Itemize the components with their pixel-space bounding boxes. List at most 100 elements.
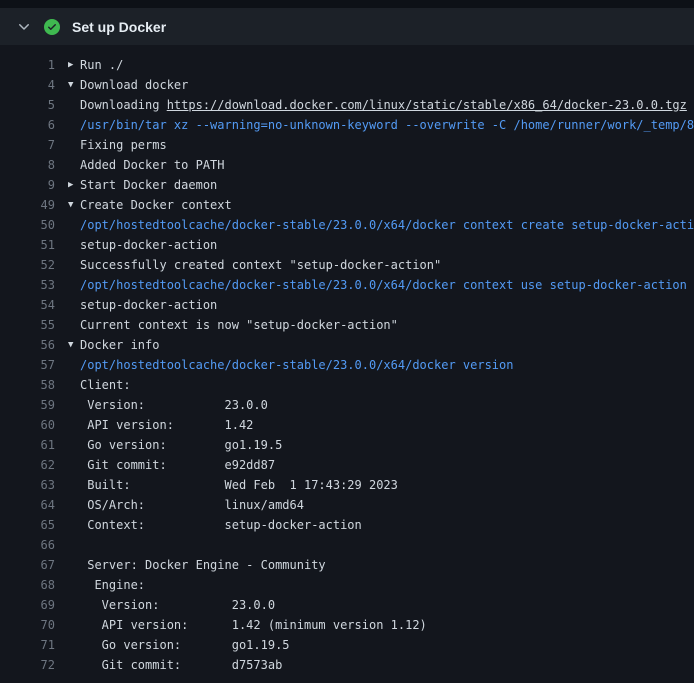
- indent-spacer: [68, 515, 80, 535]
- log-command-text: /opt/hostedtoolcache/docker-stable/23.0.…: [80, 355, 513, 375]
- log-line[interactable]: 56▼Docker info: [0, 335, 694, 355]
- log-line: 51setup-docker-action: [0, 235, 694, 255]
- indent-spacer: [68, 315, 80, 335]
- log-text: Client:: [80, 375, 131, 395]
- log-line: 62 Git commit: e92dd87: [0, 455, 694, 475]
- log-line: 63 Built: Wed Feb 1 17:43:29 2023: [0, 475, 694, 495]
- chevron-down-icon[interactable]: [16, 19, 32, 35]
- line-number[interactable]: 51: [0, 235, 55, 255]
- collapse-group-icon[interactable]: ▼: [68, 195, 80, 215]
- line-number[interactable]: 50: [0, 215, 55, 235]
- line-number[interactable]: 8: [0, 155, 55, 175]
- log-text: Create Docker context: [80, 195, 232, 215]
- line-number[interactable]: 71: [0, 635, 55, 655]
- download-url-link[interactable]: https://download.docker.com/linux/static…: [167, 98, 687, 112]
- collapse-group-icon[interactable]: ▼: [68, 75, 80, 95]
- log-text: OS/Arch: linux/amd64: [80, 495, 304, 515]
- expand-group-icon[interactable]: ▶: [68, 55, 80, 75]
- line-number[interactable]: 58: [0, 375, 55, 395]
- indent-spacer: [68, 275, 80, 295]
- log-lines: 1▶Run ./4▼Download docker5Downloading ht…: [0, 45, 694, 683]
- expand-group-icon[interactable]: ▶: [68, 175, 80, 195]
- indent-spacer: [68, 595, 80, 615]
- log-command-text: /opt/hostedtoolcache/docker-stable/23.0.…: [80, 275, 687, 295]
- log-text: Built: Wed Feb 1 17:43:29 2023: [80, 475, 398, 495]
- indent-spacer: [68, 415, 80, 435]
- log-line[interactable]: 4▼Download docker: [0, 75, 694, 95]
- indent-spacer: [68, 435, 80, 455]
- log-line: 55Current context is now "setup-docker-a…: [0, 315, 694, 335]
- log-line: 8Added Docker to PATH: [0, 155, 694, 175]
- line-number[interactable]: 6: [0, 115, 55, 135]
- line-number[interactable]: 70: [0, 615, 55, 635]
- line-number[interactable]: 63: [0, 475, 55, 495]
- indent-spacer: [68, 135, 80, 155]
- log-text: Git commit: d7573ab: [80, 655, 282, 675]
- indent-spacer: [68, 455, 80, 475]
- log-line: 70 API version: 1.42 (minimum version 1.…: [0, 615, 694, 635]
- line-number[interactable]: 1: [0, 55, 55, 75]
- log-text: Version: 23.0.0: [80, 595, 275, 615]
- line-number[interactable]: 68: [0, 575, 55, 595]
- line-number[interactable]: 72: [0, 655, 55, 675]
- success-check-icon: [44, 19, 60, 35]
- log-line: 7Fixing perms: [0, 135, 694, 155]
- line-number[interactable]: 65: [0, 515, 55, 535]
- line-number[interactable]: 54: [0, 295, 55, 315]
- line-number[interactable]: 49: [0, 195, 55, 215]
- line-number[interactable]: 5: [0, 95, 55, 115]
- log-line: 61 Go version: go1.19.5: [0, 435, 694, 455]
- log-text: setup-docker-action: [80, 295, 217, 315]
- log-command-text: /opt/hostedtoolcache/docker-stable/23.0.…: [80, 215, 694, 235]
- indent-spacer: [68, 575, 80, 595]
- line-number[interactable]: 59: [0, 395, 55, 415]
- log-line: 65 Context: setup-docker-action: [0, 515, 694, 535]
- line-number[interactable]: 67: [0, 555, 55, 575]
- line-number[interactable]: 7: [0, 135, 55, 155]
- line-number[interactable]: 4: [0, 75, 55, 95]
- log-line[interactable]: 1▶Run ./: [0, 55, 694, 75]
- line-number[interactable]: 52: [0, 255, 55, 275]
- line-number[interactable]: 66: [0, 535, 55, 555]
- workflow-log-panel: Set up Docker 1▶Run ./4▼Download docker5…: [0, 0, 694, 683]
- log-line: 68 Engine:: [0, 575, 694, 595]
- indent-spacer: [68, 355, 80, 375]
- log-text: Successfully created context "setup-dock…: [80, 255, 441, 275]
- step-header[interactable]: Set up Docker: [0, 8, 694, 45]
- collapse-group-icon[interactable]: ▼: [68, 335, 80, 355]
- line-number[interactable]: 9: [0, 175, 55, 195]
- log-text: Go version: go1.19.5: [80, 435, 282, 455]
- log-line: 64 OS/Arch: linux/amd64: [0, 495, 694, 515]
- log-text: Engine:: [80, 575, 145, 595]
- line-number[interactable]: 62: [0, 455, 55, 475]
- indent-spacer: [68, 615, 80, 635]
- indent-spacer: [68, 655, 80, 675]
- line-number[interactable]: 57: [0, 355, 55, 375]
- line-number[interactable]: 61: [0, 435, 55, 455]
- line-number[interactable]: 64: [0, 495, 55, 515]
- indent-spacer: [68, 155, 80, 175]
- line-number[interactable]: 69: [0, 595, 55, 615]
- log-line: 66: [0, 535, 694, 555]
- line-number[interactable]: 56: [0, 335, 55, 355]
- log-line[interactable]: 9 ▶Start Docker daemon: [0, 175, 694, 195]
- line-number[interactable]: 55: [0, 315, 55, 335]
- indent-spacer: [68, 635, 80, 655]
- log-command-text: /usr/bin/tar xz --warning=no-unknown-key…: [80, 115, 694, 135]
- line-number[interactable]: 53: [0, 275, 55, 295]
- log-text: Start Docker daemon: [80, 175, 217, 195]
- log-text: Context: setup-docker-action: [80, 515, 362, 535]
- line-number[interactable]: 60: [0, 415, 55, 435]
- indent-spacer: [68, 235, 80, 255]
- log-line: 54 setup-docker-action: [0, 295, 694, 315]
- indent-spacer: [68, 295, 80, 315]
- indent-spacer: [68, 255, 80, 275]
- log-text: API version: 1.42: [80, 415, 253, 435]
- log-line: 59 Version: 23.0.0: [0, 395, 694, 415]
- log-text: Server: Docker Engine - Community: [80, 555, 326, 575]
- log-line[interactable]: 49 ▼Create Docker context: [0, 195, 694, 215]
- log-text: Downloading https://download.docker.com/…: [80, 95, 687, 115]
- log-line: 52 Successfully created context "setup-do…: [0, 255, 694, 275]
- log-text: API version: 1.42 (minimum version 1.12): [80, 615, 427, 635]
- indent-spacer: [68, 475, 80, 495]
